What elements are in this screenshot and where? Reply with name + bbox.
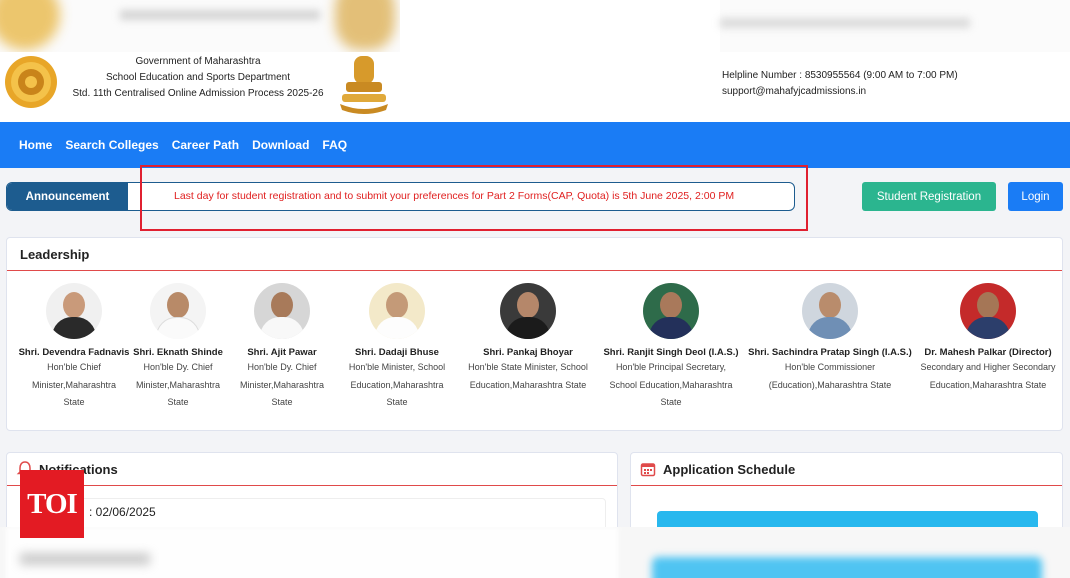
avatar bbox=[500, 283, 556, 339]
avatar bbox=[46, 283, 102, 339]
leadership-title: Leadership bbox=[7, 238, 1062, 271]
organization-title: Government of Maharashtra School Educati… bbox=[68, 54, 328, 102]
student-registration-button[interactable]: Student Registration bbox=[862, 182, 996, 211]
org-line-2: School Education and Sports Department bbox=[106, 72, 290, 83]
site-header: Government of Maharashtra School Educati… bbox=[0, 52, 1070, 122]
top-blurred-banner bbox=[0, 0, 1070, 52]
helpline-info: Helpline Number : 8530955564 (9:00 AM to… bbox=[722, 68, 958, 100]
leader-name: Shri. Devendra Fadnavis bbox=[18, 347, 130, 358]
avatar bbox=[643, 283, 699, 339]
avatar bbox=[150, 283, 206, 339]
nav-download[interactable]: Download bbox=[252, 138, 309, 152]
avatar bbox=[369, 283, 425, 339]
leader-card: Shri. Pankaj Bhoyar Hon'ble State Minist… bbox=[460, 283, 596, 394]
leader-card: Shri. Sachindra Pratap Singh (I.A.S.) Ho… bbox=[747, 283, 913, 394]
leader-name: Dr. Mahesh Palkar (Director) bbox=[924, 347, 1052, 358]
leader-name: Shri. Pankaj Bhoyar bbox=[483, 347, 573, 358]
avatar bbox=[254, 283, 310, 339]
support-email[interactable]: support@mahafyjcadmissions.in bbox=[722, 84, 958, 100]
login-button[interactable]: Login bbox=[1008, 182, 1063, 211]
helpline-number: Helpline Number : 8530955564 (9:00 AM to… bbox=[722, 70, 958, 81]
leadership-card: Leadership Shri. Devendra Fadnavis Hon'b… bbox=[6, 237, 1063, 431]
leader-role: Secondary and Higher Secondary Education,… bbox=[920, 362, 1056, 390]
bottom-blurred-strip bbox=[0, 527, 1070, 578]
toi-watermark-logo: TOI bbox=[20, 470, 84, 538]
leader-role: Hon'ble Minister, School Education,Mahara… bbox=[348, 362, 446, 407]
leader-name: Shri. Eknath Shinde bbox=[133, 347, 223, 358]
national-emblem-icon bbox=[340, 56, 388, 114]
application-schedule-title: Application Schedule bbox=[631, 453, 1062, 486]
leader-role: Hon'ble State Minister, School Education,… bbox=[468, 362, 588, 390]
leader-name: Shri. Ranjit Singh Deol (I.A.S.) bbox=[603, 347, 739, 358]
avatar bbox=[960, 283, 1016, 339]
leaders-row: Shri. Devendra Fadnavis Hon'ble Chief Min… bbox=[7, 283, 1064, 423]
leader-card: Shri. Dadaji Bhuse Hon'ble Minister, Sch… bbox=[341, 283, 453, 412]
nav-faq[interactable]: FAQ bbox=[322, 138, 347, 152]
main-nav: Home Search Colleges Career Path Downloa… bbox=[0, 122, 1070, 168]
org-line-3: Std. 11th Centralised Online Admission P… bbox=[72, 88, 324, 99]
leader-role: Hon'ble Principal Secretary, School Educa… bbox=[609, 362, 733, 407]
leader-name: Shri. Dadaji Bhuse bbox=[355, 347, 439, 358]
notifications-card: Notifications : 02/06/2025 bbox=[6, 452, 618, 538]
announcement-highlight-box bbox=[140, 165, 808, 231]
nav-search-colleges[interactable]: Search Colleges bbox=[65, 138, 158, 152]
leader-card: Dr. Mahesh Palkar (Director) Secondary a… bbox=[915, 283, 1061, 394]
leader-role: Hon'ble Dy. Chief Minister,Maharashtra Sta… bbox=[239, 362, 325, 407]
leader-card: Shri. Ranjit Singh Deol (I.A.S.) Hon'ble… bbox=[601, 283, 741, 412]
leader-card: Shri. Eknath Shinde Hon'ble Dy. Chief Min… bbox=[125, 283, 231, 412]
leader-role: Hon'ble Dy. Chief Minister,Maharashtra Sta… bbox=[135, 362, 221, 407]
notification-date: : 02/06/2025 bbox=[89, 505, 156, 519]
leader-name: Shri. Sachindra Pratap Singh (I.A.S.) bbox=[748, 347, 912, 358]
leader-card: Shri. Devendra Fadnavis Hon'ble Chief Min… bbox=[9, 283, 139, 412]
leader-role: Hon'ble Commissioner (Education),Maharash… bbox=[768, 362, 892, 390]
application-schedule-card: Application Schedule bbox=[630, 452, 1063, 541]
avatar bbox=[802, 283, 858, 339]
calendar-icon bbox=[640, 463, 656, 477]
leader-role: Hon'ble Chief Minister,Maharashtra State bbox=[31, 362, 117, 407]
maharashtra-seal-icon bbox=[5, 56, 57, 108]
announcement-label: Announcement bbox=[7, 183, 128, 210]
nav-home[interactable]: Home bbox=[19, 138, 52, 152]
leader-name: Shri. Ajit Pawar bbox=[247, 347, 317, 358]
leader-card: Shri. Ajit Pawar Hon'ble Dy. Chief Minist… bbox=[233, 283, 331, 412]
org-line-1: Government of Maharashtra bbox=[135, 56, 261, 67]
nav-career-path[interactable]: Career Path bbox=[172, 138, 239, 152]
notifications-title: Notifications bbox=[7, 453, 617, 486]
